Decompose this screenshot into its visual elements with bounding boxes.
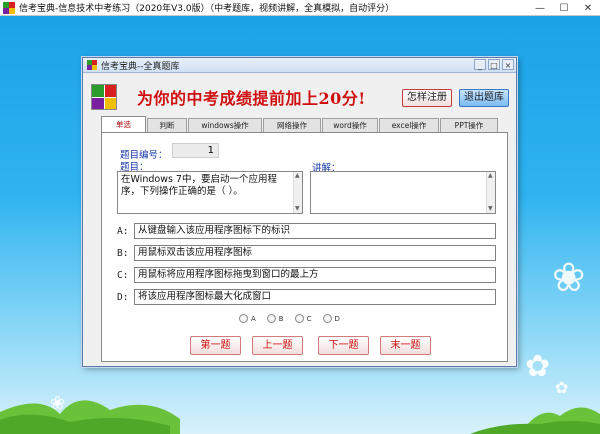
option-b-box: 用鼠标双击该应用程序图标	[134, 245, 496, 261]
grass-decoration	[0, 400, 600, 434]
scroll-up-icon[interactable]: ▲	[295, 172, 300, 180]
app-titlebar: 信考宝典-信息技术中考练习（2020年V3.0版）（中考题库，视频讲解，全真模拟…	[0, 0, 600, 16]
dialog-minimize-button[interactable]: _	[474, 59, 486, 70]
tab-ppt[interactable]: PPT操作	[440, 118, 498, 132]
banner: 为你的中考成绩提前加上20分! 怎样注册 退出题库	[91, 82, 511, 112]
question-text: 在Windows 7中，要启动一个应用程序，下列操作正确的是（ ）。	[121, 174, 277, 197]
close-button[interactable]: ✕	[576, 0, 600, 16]
dialog-logo-icon	[87, 60, 97, 70]
maximize-button[interactable]: ☐	[552, 0, 576, 16]
scroll-up-icon[interactable]: ▲	[488, 172, 493, 180]
option-c-box: 用鼠标将应用程序图标拖曳到窗口的最上方	[134, 267, 496, 283]
app-title: 信考宝典-信息技术中考练习（2020年V3.0版）（中考题库，视频讲解，全真模拟…	[19, 4, 395, 14]
tab-excel[interactable]: excel操作	[379, 118, 439, 132]
last-question-button[interactable]: 末一题	[380, 336, 431, 355]
option-b-letter: B:	[117, 248, 129, 259]
brand-logo-icon	[91, 84, 117, 110]
previous-question-button[interactable]: 上一题	[252, 336, 303, 355]
answer-radio-d[interactable]: D	[322, 314, 340, 323]
answer-radio-c[interactable]: C	[294, 314, 312, 323]
flower-icon: ✿	[525, 349, 551, 384]
option-a-box: 从键盘输入该应用程序图标下的标识	[134, 223, 496, 239]
flower-icon: ✿	[555, 378, 569, 397]
flower-icon: ❀	[50, 393, 66, 414]
tab-panel: 题目编号： 1 题目： 讲解： 在Windows 7中，要启动一个应用程序，下列…	[101, 132, 508, 362]
question-scrollbar[interactable]: ▲ ▼	[293, 172, 302, 213]
quiz-dialog: 信考宝典--全真题库 _ □ × 为你的中考成绩提前加上20分! 怎样注册 退出…	[82, 57, 517, 367]
option-d-letter: D:	[117, 292, 129, 303]
app-logo-icon	[3, 1, 15, 14]
flower-icon: ❀	[552, 255, 586, 301]
question-text-box[interactable]: 在Windows 7中，要启动一个应用程序，下列操作正确的是（ ）。 ▲ ▼	[117, 171, 303, 214]
next-question-button[interactable]: 下一题	[318, 336, 369, 355]
tab-network[interactable]: 网络操作	[263, 118, 321, 132]
minimize-button[interactable]: —	[528, 0, 552, 16]
dialog-titlebar: 信考宝典--全真题库 _ □ ×	[83, 58, 516, 73]
exit-bank-button[interactable]: 退出题库	[459, 89, 509, 107]
dialog-close-button[interactable]: ×	[502, 59, 514, 70]
slogan: 为你的中考成绩提前加上20分!	[137, 89, 366, 108]
dialog-title: 信考宝典--全真题库	[101, 61, 180, 72]
tab-bar: 单选 判断 windows操作 网络操作 word操作 excel操作 PPT操…	[101, 116, 508, 132]
scroll-down-icon[interactable]: ▼	[488, 205, 493, 213]
register-button[interactable]: 怎样注册	[402, 89, 452, 107]
explanation-text-box[interactable]: ▲ ▼	[310, 171, 496, 214]
tab-word[interactable]: word操作	[322, 118, 378, 132]
tab-windows[interactable]: windows操作	[188, 118, 262, 132]
option-d-box: 将该应用程序图标最大化成窗口	[134, 289, 496, 305]
option-c-letter: C:	[117, 270, 129, 281]
question-number-field[interactable]: 1	[172, 143, 219, 158]
scroll-down-icon[interactable]: ▼	[295, 205, 300, 213]
first-question-button[interactable]: 第一题	[190, 336, 241, 355]
answer-radio-group: A B C D	[239, 314, 340, 323]
answer-radio-a[interactable]: A	[239, 314, 256, 323]
explanation-scrollbar[interactable]: ▲ ▼	[486, 172, 495, 213]
dialog-maximize-button[interactable]: □	[488, 59, 500, 70]
tab-true-false[interactable]: 判断	[147, 118, 187, 132]
answer-radio-b[interactable]: B	[266, 314, 284, 323]
tab-single-choice[interactable]: 单选	[101, 116, 146, 132]
option-a-letter: A:	[117, 226, 129, 237]
